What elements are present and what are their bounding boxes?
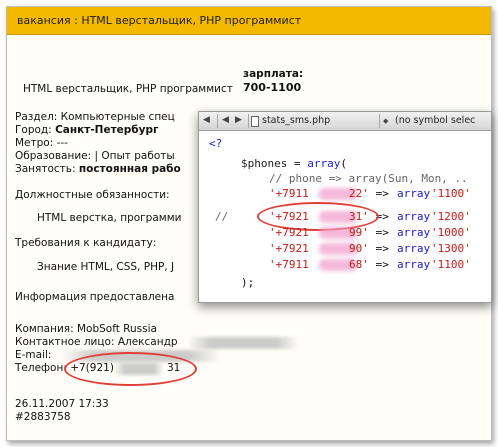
metro-row: Метро: --- bbox=[15, 137, 68, 149]
phone-key-start: '+7911 bbox=[269, 187, 309, 200]
header-bar: вакансия : HTML верстальщик, PHP програм… bbox=[7, 7, 491, 35]
arrow: => bbox=[369, 226, 396, 239]
phone-label: Телефон: bbox=[15, 362, 67, 374]
city-value: Санкт-Петербург bbox=[55, 124, 159, 136]
chevron-icon[interactable]: ◆ bbox=[383, 117, 388, 125]
header-title: вакансия : HTML верстальщик, PHP програм… bbox=[17, 14, 302, 27]
arrow: => bbox=[369, 258, 396, 271]
info-text: Информация предоставлена bbox=[15, 291, 175, 303]
code-editor-window: ◀ ◀ ▶ stats_sms.php ◆ (no symbol selec <… bbox=[198, 111, 492, 303]
phone-key-end: 68' bbox=[349, 258, 369, 271]
phones-var: $phones bbox=[241, 157, 288, 170]
value-start: '1200' bbox=[431, 210, 471, 223]
editor-toolbar: ◀ ◀ ▶ stats_sms.php ◆ (no symbol selec bbox=[199, 112, 491, 131]
phone-key-start: '+7921 bbox=[269, 226, 309, 239]
phone-key-start: '+7921 bbox=[269, 242, 309, 255]
phone-key-end: 90' bbox=[349, 242, 369, 255]
posting-id: #2883758 bbox=[15, 411, 71, 423]
play-icon[interactable]: ◀ bbox=[203, 115, 210, 125]
array-keyword: array bbox=[397, 210, 431, 223]
phone-key-end: 22' bbox=[349, 187, 369, 200]
salary-label: зарплата: bbox=[243, 68, 304, 80]
back-icon[interactable]: ◀ bbox=[222, 115, 229, 125]
email-label: E-mail: bbox=[15, 349, 52, 361]
array-keyword: array bbox=[397, 258, 431, 271]
employment-value: постоянная рабо bbox=[78, 163, 181, 175]
array-keyword: array bbox=[397, 242, 431, 255]
array-keyword: array bbox=[397, 187, 431, 200]
requirements-title: Требования к кандидату: bbox=[15, 237, 157, 249]
value-start: '1100' bbox=[431, 187, 471, 200]
section-label: Раздел: Компьютерные спец bbox=[15, 111, 175, 123]
requirements-text: Знание HTML, CSS, PHP, J bbox=[37, 261, 175, 273]
city-label: Город: bbox=[15, 124, 52, 136]
equals: = bbox=[287, 157, 308, 170]
phone-key-end: 99' bbox=[349, 226, 369, 239]
toolbar-divider bbox=[379, 114, 380, 128]
job-name: HTML верстальщик, PHP программист bbox=[23, 83, 233, 95]
contact-person-row: Контактное лицо: Александр bbox=[15, 336, 178, 348]
value-start: '1100' bbox=[431, 258, 471, 271]
education-row: Образование: | Опыт работы bbox=[15, 150, 175, 162]
toolbar-divider bbox=[217, 114, 218, 128]
php-open-tag: <? bbox=[209, 137, 223, 150]
file-name[interactable]: stats_sms.php bbox=[262, 115, 330, 126]
company-row: Компания: MobSoft Russia bbox=[15, 323, 157, 335]
array-keyword: array bbox=[307, 157, 341, 170]
code-comment: // phone => array(Sun, Mon, .. bbox=[269, 172, 468, 185]
phone-highlight-oval bbox=[64, 352, 197, 386]
arrow: => bbox=[369, 242, 396, 255]
phone-key-start: '+7911 bbox=[269, 258, 309, 271]
arrow: => bbox=[369, 187, 396, 200]
open-paren: ( bbox=[340, 157, 347, 170]
code-line-assign: $phones = array( bbox=[241, 156, 347, 171]
value-start: '1000' bbox=[431, 226, 471, 239]
toolbar-divider bbox=[248, 114, 249, 128]
redacted-blur bbox=[187, 337, 299, 349]
forward-icon[interactable]: ▶ bbox=[235, 115, 242, 125]
duties-title: Должностные обязанности: bbox=[15, 189, 170, 201]
symbol-selector[interactable]: (no symbol selec bbox=[395, 115, 475, 126]
city-row: Город: Санкт-Петербург bbox=[15, 124, 159, 136]
employment-label: Занятость: bbox=[15, 163, 76, 175]
document-icon bbox=[251, 116, 259, 127]
value-start: '1300' bbox=[431, 242, 471, 255]
posted-date: 26.11.2007 17:33 bbox=[15, 398, 109, 410]
salary-value: 700-1100 bbox=[243, 81, 302, 94]
array-keyword: array bbox=[397, 226, 431, 239]
employment-row: Занятость: постоянная рабо bbox=[15, 163, 181, 175]
duties-text: HTML верстка, программи bbox=[37, 212, 182, 224]
code-close: ); bbox=[241, 276, 255, 289]
comment-prefix: // bbox=[215, 210, 229, 223]
